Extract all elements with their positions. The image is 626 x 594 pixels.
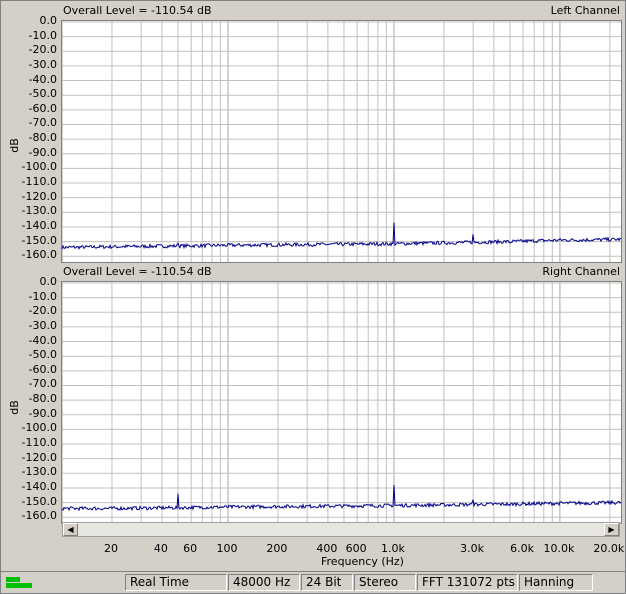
spectrum-trace xyxy=(62,484,621,512)
left-spectrum-svg xyxy=(62,21,621,262)
x-tick-label: 100 xyxy=(216,542,238,555)
spectrum-analyzer-window: Overall Level = -110.54 dB Left Channel … xyxy=(0,0,626,594)
status-mode: Real Time xyxy=(125,574,227,591)
horizontal-scrollbar[interactable]: ◀ ▶ xyxy=(62,522,620,537)
y-tick-label: -130.0 xyxy=(21,465,57,479)
x-tick-label: 1.0k xyxy=(380,542,405,555)
level-meter-icon xyxy=(4,575,34,590)
y-tick-label: -20.0 xyxy=(28,304,57,318)
y-tick-label: -40.0 xyxy=(28,333,57,347)
y-tick-label: -130.0 xyxy=(21,204,57,218)
x-tick-label: 400 xyxy=(316,542,338,555)
x-tick-label: 6.0k xyxy=(510,542,535,555)
y-tick-label: 0.0 xyxy=(39,14,58,27)
y-tick-label: -60.0 xyxy=(28,362,57,376)
y-tick-label: -80.0 xyxy=(28,392,57,406)
status-channels: Stereo xyxy=(354,574,416,591)
right-spectrum-plot[interactable] xyxy=(61,281,622,524)
y-tick-label: -160.0 xyxy=(21,509,57,523)
status-bar: Real Time 48000 Hz 24 Bit Stereo FFT 131… xyxy=(1,571,625,594)
y-tick-label: -50.0 xyxy=(28,348,57,362)
status-window-function: Hanning xyxy=(519,574,593,591)
x-tick-label: 20.0k xyxy=(593,542,625,555)
y-tick-label: -160.0 xyxy=(21,248,57,262)
x-tick-label: 60 xyxy=(183,542,198,555)
scroll-right-button[interactable]: ▶ xyxy=(604,523,619,536)
y-tick-label: -40.0 xyxy=(28,72,57,86)
y-tick-label: -100.0 xyxy=(21,160,57,174)
y-tick-label: -140.0 xyxy=(21,479,57,493)
y-tick-label: -70.0 xyxy=(28,116,57,130)
x-tick-label: 200 xyxy=(266,542,288,555)
y-tick-label: -50.0 xyxy=(28,87,57,101)
y-tick-label: -10.0 xyxy=(28,289,57,303)
x-tick-label: 40 xyxy=(153,542,168,555)
status-fft-size: FFT 131072 pts xyxy=(417,574,518,591)
y-tick-label: -90.0 xyxy=(28,145,57,159)
x-tick-label: 600 xyxy=(345,542,367,555)
y-tick-label: -120.0 xyxy=(21,450,57,464)
y-tick-label: -150.0 xyxy=(21,233,57,247)
y-tick-label: -80.0 xyxy=(28,131,57,145)
x-tick-label: 20 xyxy=(103,542,118,555)
status-bit-depth: 24 Bit xyxy=(301,574,353,591)
left-overall-level: Overall Level = -110.54 dB xyxy=(63,4,212,17)
y-tick-label: -150.0 xyxy=(21,494,57,508)
y-tick-label: -140.0 xyxy=(21,218,57,232)
y-tick-label: 0.0 xyxy=(39,275,58,288)
right-channel-label: Right Channel xyxy=(542,265,620,278)
y-tick-label: -90.0 xyxy=(28,406,57,420)
y-tick-label: -70.0 xyxy=(28,377,57,391)
y-tick-label: -60.0 xyxy=(28,101,57,115)
y-tick-label: -100.0 xyxy=(21,421,57,435)
scroll-left-arrow-icon: ◀ xyxy=(67,525,74,534)
x-tick-label: 10.0k xyxy=(543,542,575,555)
y-tick-label: -30.0 xyxy=(28,57,57,71)
status-sample-rate: 48000 Hz xyxy=(228,574,300,591)
x-tick-label: 3.0k xyxy=(460,542,485,555)
left-spectrum-plot[interactable] xyxy=(61,20,622,263)
y-tick-label: -110.0 xyxy=(21,175,57,189)
right-spectrum-svg xyxy=(62,282,621,523)
scroll-right-arrow-icon: ▶ xyxy=(608,525,615,534)
y-tick-label: -110.0 xyxy=(21,436,57,450)
y-tick-label: -120.0 xyxy=(21,189,57,203)
scroll-left-button[interactable]: ◀ xyxy=(63,523,78,536)
y-tick-label: -20.0 xyxy=(28,43,57,57)
y-tick-label: -10.0 xyxy=(28,28,57,42)
y-tick-label: -30.0 xyxy=(28,318,57,332)
x-axis-title: Frequency (Hz) xyxy=(321,555,404,568)
left-channel-label: Left Channel xyxy=(550,4,620,17)
right-overall-level: Overall Level = -110.54 dB xyxy=(63,265,212,278)
